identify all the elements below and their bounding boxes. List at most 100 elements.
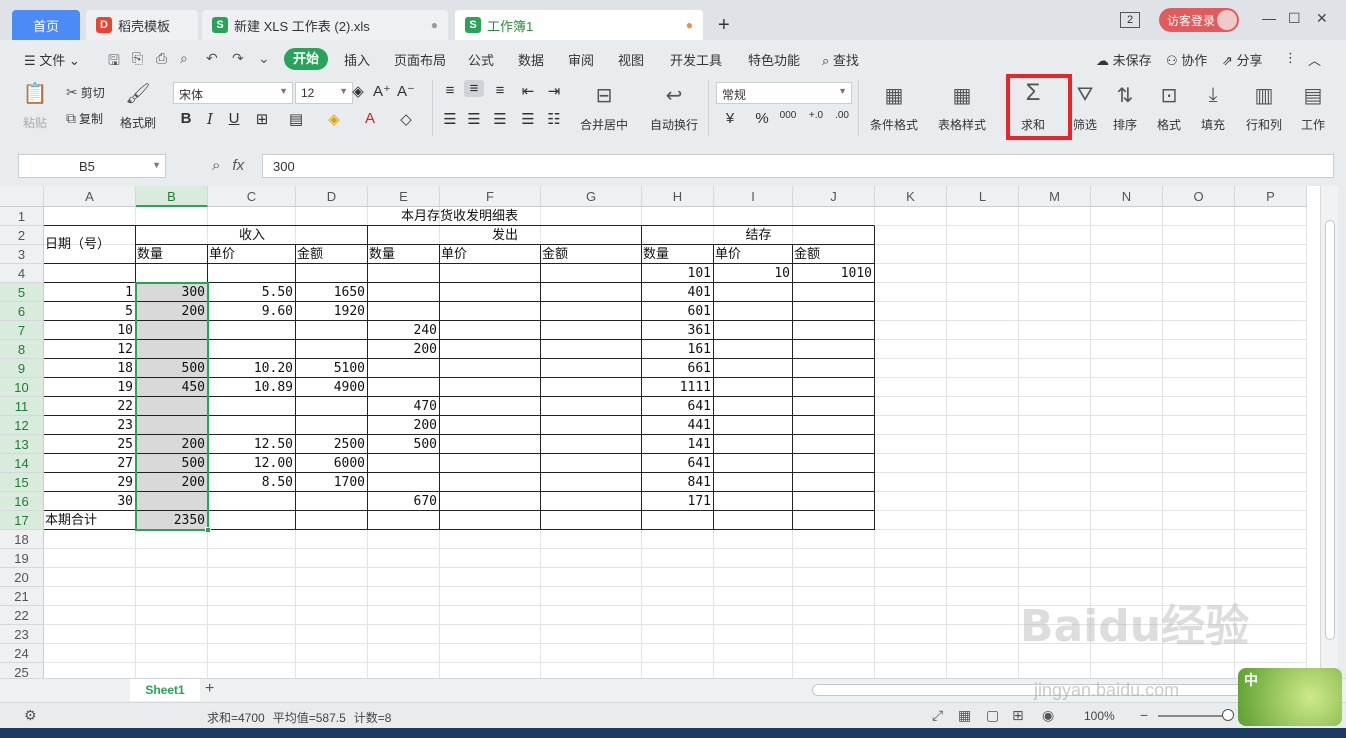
empty-cell[interactable] [947, 207, 1019, 226]
empty-cell[interactable] [947, 340, 1019, 359]
income-qty-cell[interactable]: 300 [136, 283, 208, 302]
empty-cell[interactable] [875, 549, 947, 568]
align-bottom-icon[interactable]: ≡ [490, 82, 510, 99]
table-cell[interactable] [208, 264, 296, 283]
tab-features[interactable]: 特色功能 [748, 50, 800, 69]
income-amount-cell[interactable]: 4900 [296, 378, 368, 397]
empty-cell[interactable] [296, 663, 368, 678]
sub-header-price[interactable]: 单价 [440, 245, 541, 264]
income-qty-cell[interactable]: 450 [136, 378, 208, 397]
issue-qty-cell[interactable] [368, 378, 440, 397]
empty-cell[interactable] [1163, 530, 1235, 549]
empty-cell[interactable] [208, 663, 296, 678]
eye-protect-icon[interactable]: ◉ [1042, 707, 1054, 724]
empty-cell[interactable] [1019, 359, 1091, 378]
balance-price-cell[interactable] [714, 416, 793, 435]
issue-qty-cell[interactable]: 500 [368, 435, 440, 454]
empty-cell[interactable] [947, 435, 1019, 454]
balance-amount-cell[interactable] [793, 397, 875, 416]
empty-cell[interactable] [1163, 226, 1235, 245]
empty-cell[interactable] [1163, 397, 1235, 416]
empty-cell[interactable] [1163, 568, 1235, 587]
income-qty-cell[interactable]: 500 [136, 454, 208, 473]
horizontal-scrollbar[interactable] [812, 684, 1252, 696]
income-qty-cell[interactable] [136, 492, 208, 511]
table-title[interactable]: 本月存货收发明细表 [44, 207, 875, 226]
empty-cell[interactable] [440, 568, 541, 587]
empty-cell[interactable] [1235, 473, 1307, 492]
empty-cell[interactable] [947, 606, 1019, 625]
day-cell[interactable]: 29 [44, 473, 136, 492]
empty-cell[interactable] [136, 663, 208, 678]
select-all-corner[interactable] [0, 186, 44, 207]
row-header[interactable]: 13 [0, 435, 44, 454]
empty-cell[interactable] [947, 283, 1019, 302]
column-header[interactable]: N [1091, 186, 1163, 207]
column-header[interactable]: O [1163, 186, 1235, 207]
empty-cell[interactable] [947, 321, 1019, 340]
minimize-icon[interactable]: — [1262, 10, 1276, 26]
balance-price-cell[interactable] [714, 359, 793, 378]
empty-cell[interactable] [44, 663, 136, 678]
empty-cell[interactable] [875, 226, 947, 245]
font-name-select[interactable]: 宋体 ▼ [173, 82, 293, 104]
column-header[interactable]: A [44, 186, 136, 207]
empty-cell[interactable] [1019, 264, 1091, 283]
window-count-badge[interactable]: 2 [1120, 12, 1140, 28]
table-cell[interactable] [793, 511, 875, 530]
worksheet-button[interactable]: ▤ 工作 [1300, 82, 1326, 133]
empty-cell[interactable] [136, 644, 208, 663]
empty-cell[interactable] [1019, 302, 1091, 321]
issue-amount-cell[interactable] [541, 302, 642, 321]
income-qty-cell[interactable] [136, 416, 208, 435]
column-header[interactable]: K [875, 186, 947, 207]
empty-cell[interactable] [1019, 321, 1091, 340]
empty-cell[interactable] [1091, 321, 1163, 340]
balance-price-cell[interactable] [714, 454, 793, 473]
income-amount-cell[interactable]: 1650 [296, 283, 368, 302]
tab-review[interactable]: 审阅 [568, 50, 594, 69]
merge-center-button[interactable]: ⊟ 合并居中 [580, 82, 628, 133]
sub-header-qty[interactable]: 数量 [136, 245, 208, 264]
empty-cell[interactable] [1019, 435, 1091, 454]
day-cell[interactable]: 18 [44, 359, 136, 378]
day-cell[interactable]: 22 [44, 397, 136, 416]
table-cell[interactable] [714, 511, 793, 530]
empty-cell[interactable] [1091, 454, 1163, 473]
empty-cell[interactable] [947, 549, 1019, 568]
collapse-ribbon-icon[interactable]: ︿ [1308, 50, 1321, 69]
empty-cell[interactable] [1091, 302, 1163, 321]
empty-cell[interactable] [1235, 321, 1307, 340]
row-header[interactable]: 22 [0, 606, 44, 625]
balance-qty-cell[interactable]: 171 [642, 492, 714, 511]
empty-cell[interactable] [1235, 245, 1307, 264]
empty-cell[interactable] [947, 568, 1019, 587]
align-middle-icon[interactable]: ≡ [464, 80, 484, 97]
income-header[interactable]: 收入 [136, 226, 368, 245]
empty-cell[interactable] [642, 606, 714, 625]
empty-cell[interactable] [541, 606, 642, 625]
empty-cell[interactable] [1163, 663, 1235, 678]
format-button[interactable]: ⊡ 格式 [1156, 82, 1182, 133]
tab-page-layout[interactable]: 页面布局 [394, 50, 446, 69]
empty-cell[interactable] [947, 663, 1019, 678]
empty-cell[interactable] [1163, 435, 1235, 454]
empty-cell[interactable] [296, 625, 368, 644]
empty-cell[interactable] [1235, 283, 1307, 302]
increase-font-icon[interactable]: A⁺ [372, 82, 392, 100]
zoom-slider[interactable] [1158, 715, 1228, 717]
empty-cell[interactable] [1235, 264, 1307, 283]
empty-cell[interactable] [947, 625, 1019, 644]
balance-price-cell[interactable] [714, 340, 793, 359]
empty-cell[interactable] [1235, 416, 1307, 435]
empty-cell[interactable] [1091, 473, 1163, 492]
empty-cell[interactable] [136, 549, 208, 568]
empty-cell[interactable] [1163, 245, 1235, 264]
column-header[interactable]: F [440, 186, 541, 207]
align-right-icon[interactable]: ☰ [490, 110, 510, 128]
export-pdf-icon[interactable]: ⎘ [132, 50, 143, 67]
empty-cell[interactable] [793, 625, 875, 644]
empty-cell[interactable] [947, 473, 1019, 492]
conditional-format-button[interactable]: ▦ 条件格式 [870, 82, 918, 133]
indent-increase-icon[interactable]: ⇥ [544, 82, 564, 100]
